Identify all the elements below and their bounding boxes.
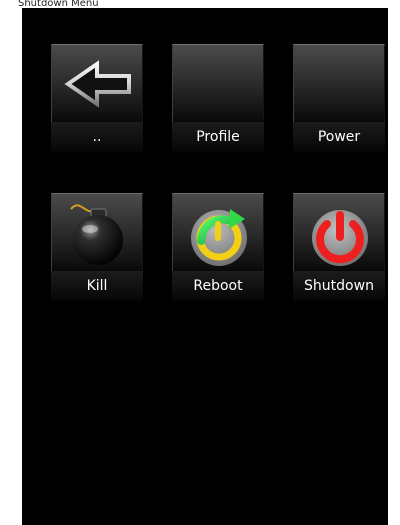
menu-item-label: .. — [92, 129, 102, 145]
power-tile-icon-box — [293, 44, 385, 122]
menu-item-label: Power — [317, 129, 361, 145]
window-title: Shutdown Menu — [18, 0, 99, 8]
reboot-tile-icon-box — [172, 193, 264, 271]
kill-tile-icon-box — [51, 193, 143, 271]
reboot-icon — [191, 209, 247, 266]
menu-item-kill[interactable]: Kill — [51, 193, 143, 303]
menu-item-label: Profile — [196, 129, 240, 145]
back-arrow-icon — [64, 60, 131, 108]
profile-tile-icon-box — [172, 44, 264, 122]
menu-item-profile[interactable]: Profile — [172, 44, 264, 154]
menu-item-shutdown[interactable]: Shutdown — [293, 193, 385, 303]
bomb-icon — [70, 204, 123, 265]
menu-item-power[interactable]: Power — [293, 44, 385, 154]
back-tile-icon-box — [51, 44, 143, 122]
menu-item-reboot[interactable]: Reboot — [172, 193, 264, 303]
shutdown-tile-icon-box — [293, 193, 385, 271]
menu-item-label: Shutdown — [304, 278, 374, 294]
menu-item-label: Reboot — [193, 278, 243, 294]
menu-item-back[interactable]: .. — [51, 44, 143, 154]
power-icon — [312, 210, 368, 266]
menu-screen: .. Profile Power Kill Reboot Shutdown — [22, 8, 388, 525]
menu-item-label: Kill — [86, 278, 108, 294]
page: Shutdown Menu .. Profile Power Kill Rebo… — [0, 0, 400, 525]
